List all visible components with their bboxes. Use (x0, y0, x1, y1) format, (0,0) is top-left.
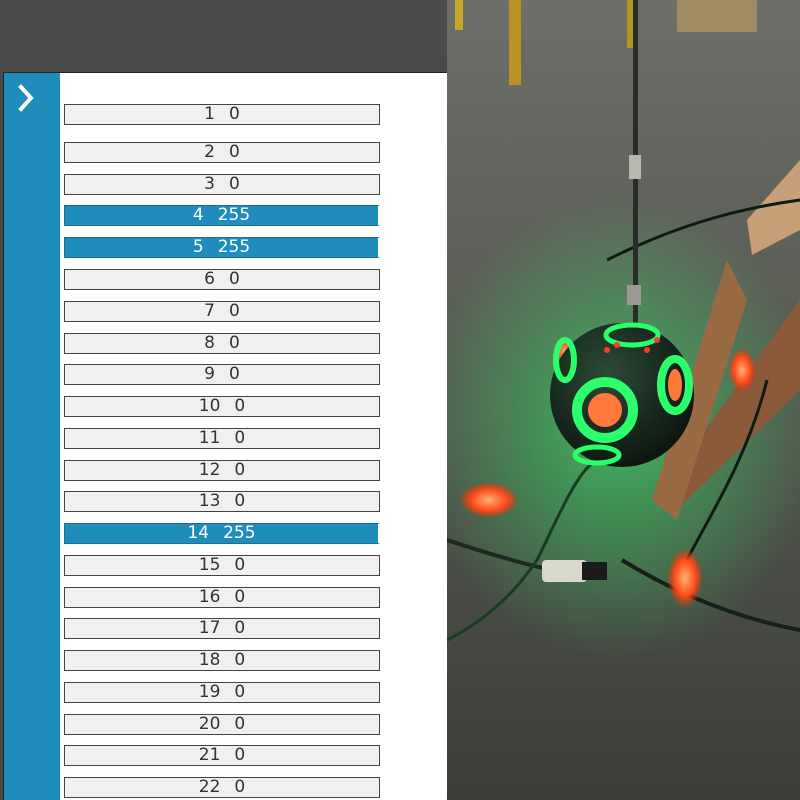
channel-slider-6[interactable]: 60 (64, 269, 380, 290)
fixture-photo-image (447, 0, 800, 800)
channel-value: 255 (223, 523, 256, 543)
channel-slider-16[interactable]: 16 0 (64, 587, 380, 608)
expand-sidebar-button[interactable] (12, 81, 42, 115)
channel-list: 10 20 30 4 255 5 255 60 70 80 90 10 0 11 0 1… (64, 73, 384, 800)
channel-slider-22[interactable]: 22 0 (64, 777, 380, 798)
channel-number: 13 (198, 491, 221, 511)
channel-slider-1[interactable]: 10 (64, 104, 380, 125)
channel-value: 0 (234, 587, 246, 607)
channel-number: 11 (198, 428, 221, 448)
channel-number: 9 (204, 364, 215, 384)
top-bar (0, 0, 447, 72)
channel-value: 0 (229, 174, 240, 194)
channel-value: 255 (217, 205, 251, 225)
channel-number: 7 (204, 301, 215, 321)
channel-slider-9[interactable]: 90 (64, 364, 380, 385)
channel-panel: 10 20 30 4 255 5 255 60 70 80 90 10 0 11 0 1… (3, 72, 447, 800)
channel-number: 17 (198, 618, 221, 638)
chevron-right-icon (18, 84, 34, 112)
channel-number: 4 (192, 205, 204, 225)
channel-number: 15 (198, 555, 221, 575)
sidebar (4, 73, 60, 800)
channel-number: 14 (187, 523, 210, 543)
channel-number: 6 (204, 269, 215, 289)
channel-value: 0 (234, 714, 246, 734)
channel-slider-18[interactable]: 18 0 (64, 650, 380, 671)
channel-number: 18 (198, 650, 221, 670)
channel-slider-7[interactable]: 70 (64, 301, 380, 322)
channel-value: 0 (234, 396, 246, 416)
channel-value: 0 (229, 142, 240, 162)
channel-number: 2 (204, 142, 215, 162)
channel-value: 0 (234, 745, 246, 765)
channel-value: 0 (234, 460, 246, 480)
channel-slider-12[interactable]: 12 0 (64, 460, 380, 481)
channel-slider-8[interactable]: 80 (64, 333, 380, 354)
channel-value: 0 (229, 333, 240, 353)
channel-slider-21[interactable]: 21 0 (64, 745, 380, 766)
channel-slider-17[interactable]: 17 0 (64, 618, 380, 639)
channel-number: 8 (204, 333, 215, 353)
channel-slider-15[interactable]: 15 0 (64, 555, 380, 576)
channel-value: 0 (229, 104, 240, 124)
channel-slider-5[interactable]: 5 255 (64, 237, 380, 258)
channel-number: 21 (198, 745, 221, 765)
channel-slider-14[interactable]: 14 255 (64, 523, 380, 544)
channel-slider-2[interactable]: 20 (64, 142, 380, 163)
channel-value: 0 (234, 428, 246, 448)
channel-value: 0 (229, 269, 240, 289)
channel-value: 0 (229, 301, 240, 321)
channel-value: 0 (229, 364, 240, 384)
channel-slider-4[interactable]: 4 255 (64, 205, 380, 226)
channel-number: 19 (198, 682, 221, 702)
channel-slider-10[interactable]: 10 0 (64, 396, 380, 417)
channel-slider-11[interactable]: 11 0 (64, 428, 380, 449)
channel-number: 12 (198, 460, 221, 480)
channel-slider-13[interactable]: 13 0 (64, 491, 380, 512)
channel-slider-20[interactable]: 20 0 (64, 714, 380, 735)
fixture-photo (447, 0, 800, 800)
channel-value: 255 (217, 237, 251, 257)
channel-value: 0 (234, 650, 246, 670)
channel-value: 0 (234, 618, 246, 638)
channel-number: 20 (198, 714, 221, 734)
channel-slider-3[interactable]: 30 (64, 174, 380, 195)
channel-number: 1 (204, 104, 215, 124)
channel-value: 0 (234, 491, 246, 511)
channel-slider-19[interactable]: 19 0 (64, 682, 380, 703)
channel-number: 22 (198, 777, 221, 797)
channel-value: 0 (234, 777, 246, 797)
channel-value: 0 (234, 555, 246, 575)
channel-value: 0 (234, 682, 246, 702)
channel-number: 10 (198, 396, 221, 416)
channel-number: 5 (192, 237, 204, 257)
channel-number: 16 (198, 587, 221, 607)
channel-number: 3 (204, 174, 215, 194)
